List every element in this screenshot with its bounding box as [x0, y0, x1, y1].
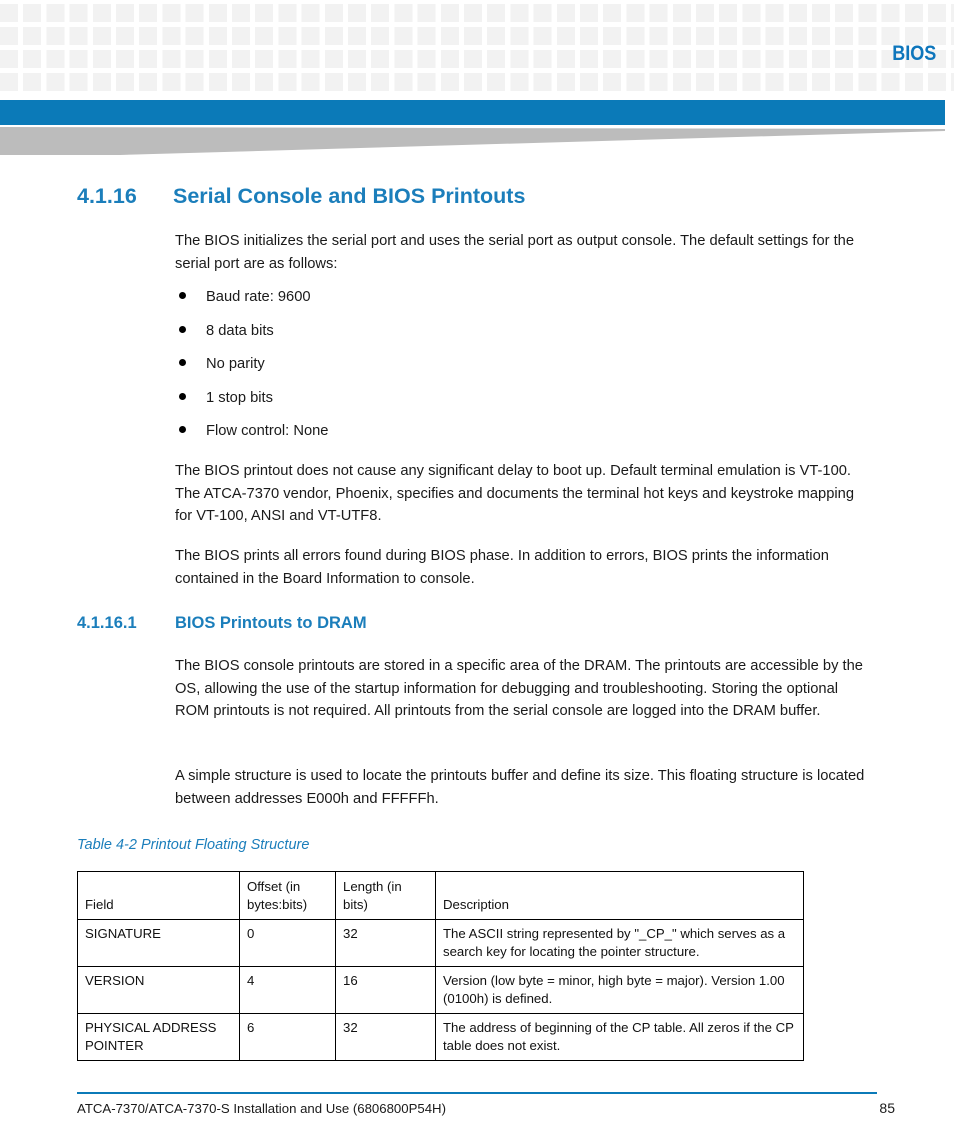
subsection-heading: 4.1.16.1 BIOS Printouts to DRAM: [77, 614, 367, 633]
footer-page-number: 85: [879, 1100, 895, 1116]
paragraph-dram-printouts: The BIOS console printouts are stored in…: [175, 658, 863, 720]
list-item: Baud rate: 9600: [175, 287, 675, 321]
subsection-heading-title: BIOS Printouts to DRAM: [175, 614, 367, 632]
section-heading-number: 4.1.16: [77, 184, 137, 208]
header-chapter-label: BIOS: [891, 42, 936, 65]
bullet-dot-icon: [179, 426, 186, 433]
table-header-row: Field Offset (in bytes:bits) Length (in …: [77, 871, 804, 920]
section-heading: 4.1.16 Serial Console and BIOS Printouts: [77, 184, 525, 209]
column-header-description: Description: [435, 871, 804, 920]
bullet-dot-icon: [179, 325, 186, 333]
page-header-decoration: BIOS: [0, 0, 954, 100]
list-item: 8 data bits: [175, 321, 675, 355]
cell-offset: 4: [239, 966, 336, 1014]
cell-description: The ASCII string represented by "_CP_" w…: [435, 919, 804, 967]
cell-field: PHYSICAL ADDRESS POINTER: [77, 1013, 240, 1061]
cell-length: 32: [335, 919, 436, 967]
subsection-heading-number: 4.1.16.1: [77, 614, 137, 632]
paragraph-floating-structure: A simple structure is used to locate the…: [175, 768, 865, 807]
cell-offset: 6: [239, 1013, 336, 1061]
header-grid-row: [0, 73, 954, 91]
list-item: No parity: [175, 354, 675, 388]
list-item: Flow control: None: [175, 421, 675, 455]
paragraph-terminal-emulation: The BIOS printout does not cause any sig…: [175, 463, 854, 525]
list-item-label: No parity: [206, 356, 265, 372]
list-item-label: Baud rate: 9600: [206, 289, 311, 305]
printout-floating-structure-table: Field Offset (in bytes:bits) Length (in …: [77, 871, 804, 1061]
table-row: SIGNATURE 0 32 The ASCII string represen…: [77, 919, 804, 967]
header-grid-row: [0, 27, 954, 45]
header-blue-bar: [0, 100, 945, 125]
cell-field: SIGNATURE: [77, 919, 240, 967]
bullet-dot-icon: [179, 392, 186, 400]
list-item-label: Flow control: None: [206, 423, 329, 439]
paragraph-bios-errors: The BIOS prints all errors found during …: [175, 548, 829, 587]
footer-divider: [77, 1092, 877, 1094]
table-row: PHYSICAL ADDRESS POINTER 6 32 The addres…: [77, 1013, 804, 1061]
cell-description: The address of beginning of the CP table…: [435, 1013, 804, 1061]
cell-offset: 0: [239, 919, 336, 967]
column-header-field: Field: [77, 871, 240, 920]
table-row: VERSION 4 16 Version (low byte = minor, …: [77, 966, 804, 1014]
intro-paragraph: The BIOS initializes the serial port and…: [175, 233, 854, 272]
section-heading-title: Serial Console and BIOS Printouts: [173, 184, 526, 208]
header-grid-row: [0, 4, 954, 22]
serial-settings-list: Baud rate: 9600 8 data bits No parity 1 …: [175, 287, 675, 455]
table-caption: Table 4-2 Printout Floating Structure: [77, 837, 310, 853]
list-item-label: 8 data bits: [206, 322, 274, 339]
footer-document-title: ATCA-7370/ATCA-7370-S Installation and U…: [77, 1101, 446, 1116]
bullet-dot-icon: [179, 292, 186, 299]
cell-length: 32: [335, 1013, 436, 1061]
list-item: 1 stop bits: [175, 388, 675, 422]
header-grid-row: [0, 50, 954, 68]
cell-description: Version (low byte = minor, high byte = m…: [435, 966, 804, 1014]
bullet-dot-icon: [179, 359, 186, 366]
list-item-label: 1 stop bits: [206, 389, 273, 406]
column-header-offset: Offset (in bytes:bits): [239, 871, 336, 920]
cell-length: 16: [335, 966, 436, 1014]
column-header-length: Length (in bits): [335, 871, 436, 920]
cell-field: VERSION: [77, 966, 240, 1014]
header-gray-swoosh: [0, 127, 945, 155]
